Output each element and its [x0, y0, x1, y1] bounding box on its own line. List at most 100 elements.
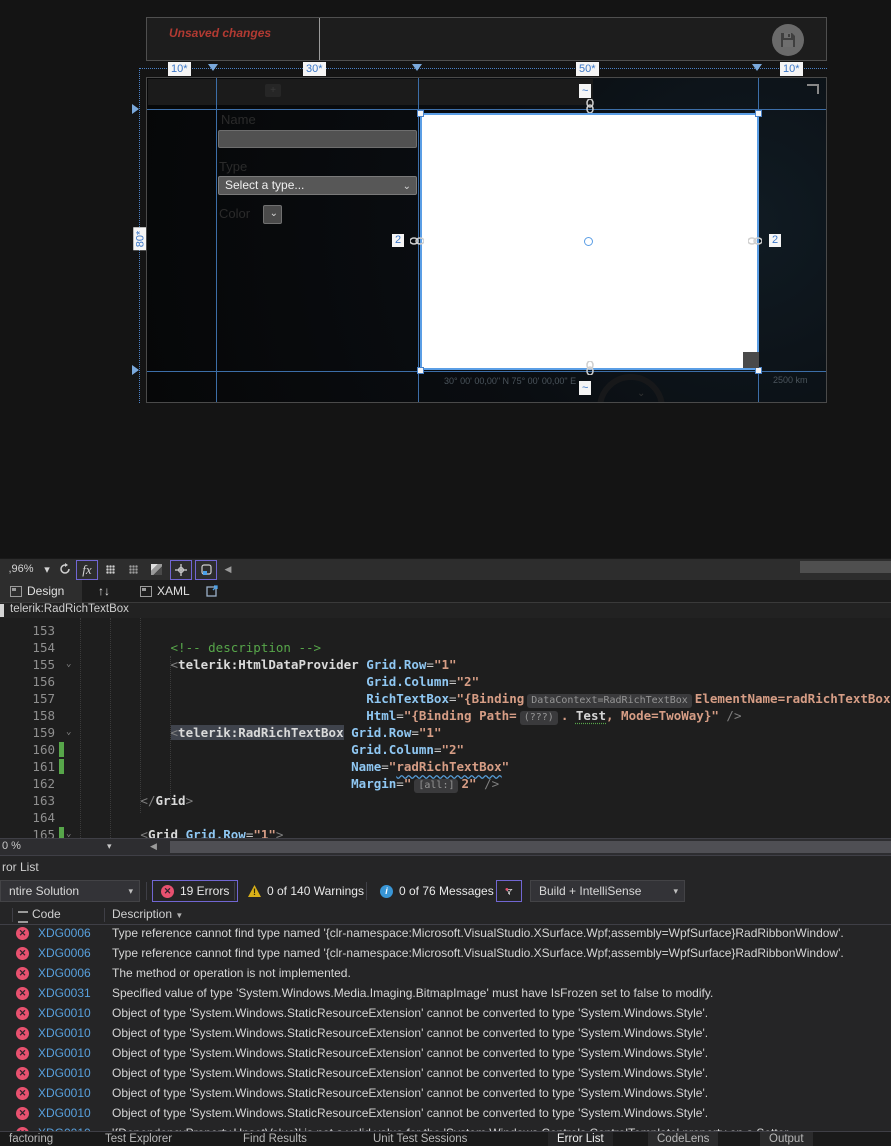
error-code[interactable]: XDG0006	[38, 926, 91, 940]
xaml-code-editor[interactable]: 153 154 <!-- description --> 155 ⌄ <telerik…	[0, 618, 891, 838]
code-line[interactable]: 161 Name="radRichTextBox"	[0, 758, 891, 775]
column-grip[interactable]	[412, 64, 422, 71]
column-size-chip[interactable]: 50*	[576, 62, 599, 76]
color-combobox[interactable]: ⌄	[263, 205, 282, 224]
error-row[interactable]: ✕ XDG0031 Specified value of type 'System.…	[0, 984, 891, 1004]
column-size-chip[interactable]: 10*	[168, 62, 191, 76]
error-code[interactable]: XDG0010	[38, 1086, 91, 1100]
error-row[interactable]: ✕ XDG0006 Type reference cannot find type …	[0, 924, 891, 944]
error-code[interactable]: XDG0010	[38, 1026, 91, 1040]
swap-panes-button[interactable]: ↑↓	[88, 580, 120, 602]
design-canvas[interactable]: + Name Type Select a type... ⌄ Color ⌄ ~…	[146, 77, 827, 403]
error-code[interactable]: XDG0006	[38, 966, 91, 980]
save-icon[interactable]	[772, 24, 804, 56]
chain-link-icon[interactable]	[583, 99, 597, 113]
grid-options-icon[interactable]	[124, 560, 142, 578]
bottom-anchor-chip[interactable]: ~	[579, 381, 592, 395]
tab-design[interactable]: Design	[0, 580, 82, 602]
selection-handle[interactable]	[417, 110, 424, 117]
column-size-chip[interactable]: 30*	[303, 62, 326, 76]
error-row[interactable]: ✕ XDG0010 Object of type 'System.Windows.S…	[0, 1004, 891, 1024]
chain-link-icon[interactable]	[583, 361, 597, 375]
code-column-header[interactable]: Code	[32, 907, 61, 921]
messages-filter-button[interactable]: i 0 of 76 Messages	[372, 880, 502, 902]
editor-hscrollbar-thumb[interactable]	[170, 841, 891, 853]
zoom-caret-icon[interactable]: ▾	[42, 560, 52, 578]
bottom-tab-error-list[interactable]: Error List	[548, 1132, 613, 1146]
error-code[interactable]: XDG0010	[38, 1106, 91, 1120]
bottom-tab-find-results[interactable]: Find Results	[234, 1132, 316, 1146]
error-code[interactable]: XDG0010	[38, 1046, 91, 1060]
row-grip[interactable]	[132, 104, 139, 114]
scroll-left-arrow-icon[interactable]: ◀	[150, 841, 157, 852]
code-line[interactable]: 162 Margin=" [all:] 2" />	[0, 775, 891, 793]
code-line[interactable]: 159 ⌄ <telerik:RadRichTextBox Grid.Row="1…	[0, 724, 891, 741]
gradient-tool-icon[interactable]	[147, 560, 165, 578]
selection-handle[interactable]	[417, 367, 424, 374]
error-code[interactable]: XDG0010	[38, 1066, 91, 1080]
error-row[interactable]: ✕ XDG0010 Object of type 'System.Windows.S…	[0, 1104, 891, 1124]
code-line[interactable]: 154 <!-- description -->	[0, 639, 891, 656]
effects-toggle-button[interactable]: fx	[76, 560, 98, 580]
chain-link-icon[interactable]	[748, 234, 762, 248]
error-row[interactable]: ✕ XDG0010 Object of type 'System.Windows.S…	[0, 1084, 891, 1104]
column-grip[interactable]	[752, 64, 762, 71]
bottom-tab-codelens[interactable]: CodeLens	[648, 1132, 719, 1146]
error-code[interactable]: XDG0006	[38, 946, 91, 960]
snap-to-snaplines-toggle[interactable]	[195, 560, 217, 580]
error-code[interactable]: XDG0010	[38, 1006, 91, 1020]
error-row[interactable]: ✕ XDG0006 The method or operation is not i…	[0, 964, 891, 984]
severity-column-icon[interactable]	[18, 911, 28, 923]
error-code[interactable]: XDG0031	[38, 986, 91, 1000]
code-line[interactable]: 160 Grid.Column="2"	[0, 741, 891, 758]
resize-grip[interactable]	[743, 352, 759, 368]
popout-button[interactable]	[196, 580, 229, 602]
error-icon: ✕	[16, 987, 29, 1000]
code-line[interactable]: 163 </Grid>	[0, 792, 891, 809]
breadcrumb-path[interactable]: telerik:RadRichTextBox	[10, 603, 129, 615]
caret-down-icon[interactable]: ▾	[107, 841, 112, 852]
show-grid-icon[interactable]	[101, 560, 119, 578]
description-column-header[interactable]: Description ▼	[112, 907, 183, 921]
error-row[interactable]: ✕ XDG0010 Object of type 'System.Windows.S…	[0, 1024, 891, 1044]
editor-zoom-combo[interactable]: 0 %	[2, 840, 21, 852]
filter-button[interactable]	[496, 880, 522, 902]
selection-handle[interactable]	[755, 367, 762, 374]
margin-left-badge[interactable]: 2	[392, 234, 405, 247]
description-column-label: Description	[112, 907, 173, 921]
top-anchor-chip[interactable]: ~	[579, 84, 592, 98]
selection-handle[interactable]	[755, 110, 762, 117]
column-grip[interactable]	[208, 64, 218, 71]
code-line[interactable]: 158 Html="{Binding Path= (???). Test, Mod…	[0, 707, 891, 725]
scope-dropdown[interactable]: ntire Solution ▾	[0, 880, 140, 902]
chain-link-icon[interactable]	[410, 234, 424, 248]
warnings-filter-button[interactable]: ! 0 of 140 Warnings	[240, 880, 372, 902]
margin-right-badge[interactable]: 2	[769, 234, 782, 247]
bottom-tab-unit-test-sessions[interactable]: Unit Test Sessions	[364, 1132, 476, 1146]
snap-to-grid-toggle[interactable]	[170, 560, 192, 580]
error-row[interactable]: ✕ XDG0006 Type reference cannot find type …	[0, 944, 891, 964]
bottom-tab-output[interactable]: Output	[760, 1132, 813, 1146]
collapse-arrow-icon[interactable]: ◀	[222, 560, 234, 578]
row-grip[interactable]	[132, 365, 139, 375]
tab-xaml[interactable]: XAML	[130, 580, 200, 602]
name-textbox[interactable]	[218, 130, 417, 148]
column-size-chip[interactable]: 10*	[780, 62, 803, 76]
code-line[interactable]: 155 ⌄ <telerik:HtmlDataProvider Grid.Row=…	[0, 656, 891, 673]
type-combobox[interactable]: Select a type... ⌄	[218, 176, 417, 195]
code-line[interactable]: 164	[0, 809, 891, 826]
code-line[interactable]: 153	[0, 622, 891, 639]
code-line[interactable]: 157 RichTextBox="{Binding DataContext=Rad…	[0, 690, 891, 708]
code-text: Grid.Column="2"	[20, 741, 464, 758]
source-dropdown[interactable]: Build + IntelliSense ▾	[530, 880, 685, 902]
code-line[interactable]: 156 Grid.Column="2"	[0, 673, 891, 690]
error-row[interactable]: ✕ XDG0010 Object of type 'System.Windows.S…	[0, 1064, 891, 1084]
refresh-icon[interactable]	[58, 560, 72, 578]
bottom-tab-factoring[interactable]: factoring	[0, 1132, 62, 1146]
zoom-combo[interactable]: ,96%	[2, 560, 40, 578]
toolbar-scrollbar-thumb[interactable]	[800, 561, 891, 573]
bottom-tab-test-explorer[interactable]: Test Explorer	[96, 1132, 181, 1146]
error-row[interactable]: ✕ XDG0010 Object of type 'System.Windows.S…	[0, 1044, 891, 1064]
errors-filter-button[interactable]: ✕ 19 Errors	[152, 880, 239, 902]
code-line[interactable]: 165 ⌄ <Grid Grid.Row="1">	[0, 826, 891, 838]
